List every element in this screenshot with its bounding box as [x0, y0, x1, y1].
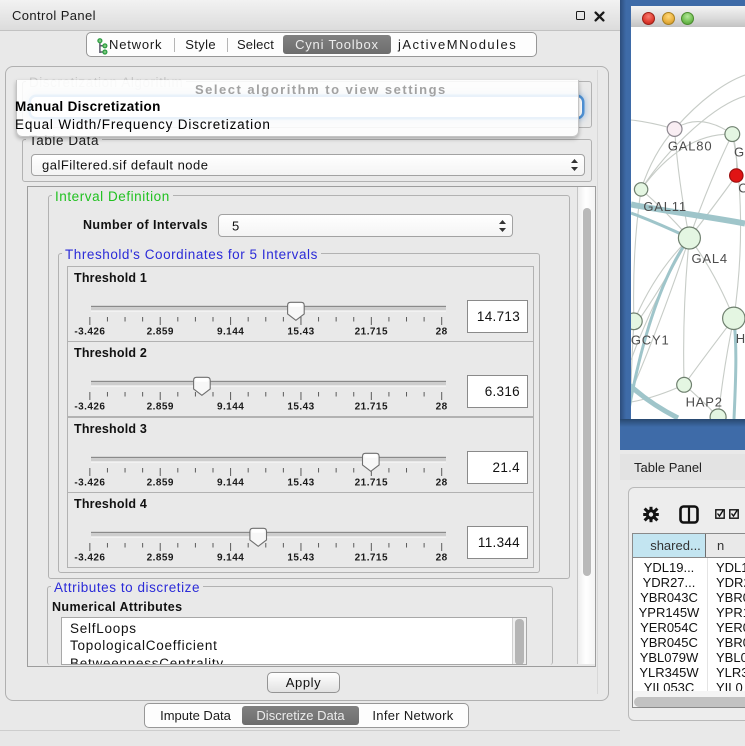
svg-text:GCY1: GCY1 [631, 333, 670, 348]
svg-text:9.144: 9.144 [217, 327, 244, 338]
svg-text:C: C [738, 181, 745, 196]
svg-text:2.859: 2.859 [147, 552, 174, 563]
svg-text:15.43: 15.43 [287, 477, 314, 488]
svg-text:28: 28 [436, 477, 448, 488]
svg-text:GAL80: GAL80 [668, 139, 712, 154]
svg-text:-3.426: -3.426 [74, 402, 105, 413]
svg-text:GAL: GAL [734, 145, 745, 160]
svg-text:21.715: 21.715 [355, 402, 388, 413]
svg-text:2.859: 2.859 [147, 477, 174, 488]
svg-text:-3.426: -3.426 [74, 477, 105, 488]
svg-text:15.43: 15.43 [287, 327, 314, 338]
svg-text:HAP2: HAP2 [686, 395, 723, 410]
svg-text:21.715: 21.715 [355, 552, 388, 563]
svg-text:-3.426: -3.426 [74, 327, 105, 338]
svg-text:21.715: 21.715 [355, 327, 388, 338]
svg-text:28: 28 [436, 402, 448, 413]
svg-text:2.859: 2.859 [147, 327, 174, 338]
svg-text:21.715: 21.715 [355, 477, 388, 488]
svg-text:15.43: 15.43 [287, 552, 314, 563]
svg-text:-3.426: -3.426 [74, 552, 105, 563]
svg-text:28: 28 [436, 552, 448, 563]
svg-text:GAL4: GAL4 [692, 251, 728, 266]
svg-text:9.144: 9.144 [217, 477, 244, 488]
svg-text:2.859: 2.859 [147, 402, 174, 413]
svg-text:GAL11: GAL11 [643, 199, 687, 214]
svg-text:9.144: 9.144 [217, 402, 244, 413]
svg-text:28: 28 [436, 327, 448, 338]
svg-text:15.43: 15.43 [287, 402, 314, 413]
svg-text:H: H [736, 331, 745, 346]
svg-text:9.144: 9.144 [217, 552, 244, 563]
